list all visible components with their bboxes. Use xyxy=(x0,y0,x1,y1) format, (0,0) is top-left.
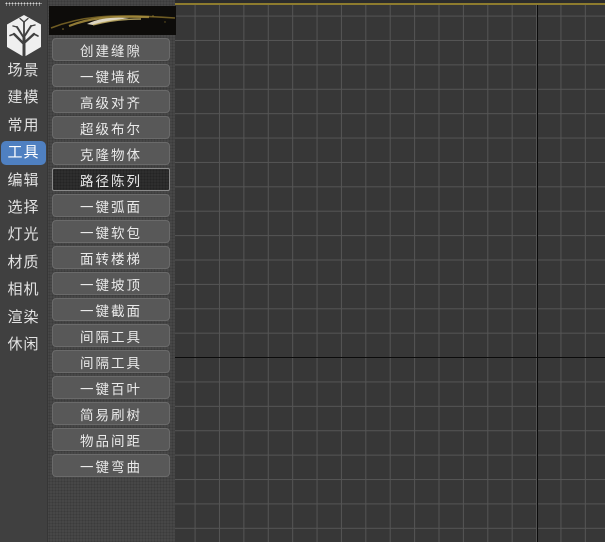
tool-button-create-gap[interactable]: 创建缝隙 xyxy=(52,38,170,61)
tool-button-spacing-tool-2[interactable]: 间隔工具 xyxy=(52,350,170,373)
tool-button-section-cut[interactable]: 一键截面 xyxy=(52,298,170,321)
viewport-grid[interactable] xyxy=(175,0,605,542)
sidebar-item-leisure[interactable]: 休闲 xyxy=(1,333,46,357)
app-window: 场景 建模 常用 工具 编辑 选择 灯光 材质 相机 渲染 休闲 创建缝隙 一键… xyxy=(0,0,605,542)
tool-button-roof-slope[interactable]: 一键坡顶 xyxy=(52,272,170,295)
sidebar-item-list: 场景 建模 常用 工具 编辑 选择 灯光 材质 相机 渲染 休闲 xyxy=(1,59,46,357)
tool-button-brush-trees[interactable]: 简易刷树 xyxy=(52,402,170,425)
banner-image xyxy=(49,6,176,35)
sidebar-item-select[interactable]: 选择 xyxy=(1,196,46,220)
tree-hexagon-logo-icon xyxy=(5,14,43,59)
tool-button-soft-pad[interactable]: 一键软包 xyxy=(52,220,170,243)
sidebar-item-scene[interactable]: 场景 xyxy=(1,59,46,83)
tool-button-super-boolean[interactable]: 超级布尔 xyxy=(52,116,170,139)
grid-axis-horizontal xyxy=(175,356,605,359)
sidebar-item-material[interactable]: 材质 xyxy=(1,251,46,275)
tool-button-wall-panel[interactable]: 一键墙板 xyxy=(52,64,170,87)
tool-button-clone-object[interactable]: 克隆物体 xyxy=(52,142,170,165)
tool-button-list: 创建缝隙 一键墙板 高级对齐 超级布尔 克隆物体 路径陈列 一键弧面 一键软包 … xyxy=(52,38,170,477)
panel-grip-handle[interactable] xyxy=(5,2,42,6)
sidebar-item-modeling[interactable]: 建模 xyxy=(1,86,46,110)
sidebar-item-render[interactable]: 渲染 xyxy=(1,306,46,330)
tool-button-advanced-align[interactable]: 高级对齐 xyxy=(52,90,170,113)
left-panel: 场景 建模 常用 工具 编辑 选择 灯光 材质 相机 渲染 休闲 创建缝隙 一键… xyxy=(0,0,176,542)
sidebar-item-edit[interactable]: 编辑 xyxy=(1,169,46,193)
tool-button-bend[interactable]: 一键弯曲 xyxy=(52,454,170,477)
tool-button-path-array[interactable]: 路径陈列 xyxy=(52,168,170,191)
tool-button-arc-surface[interactable]: 一键弧面 xyxy=(52,194,170,217)
plugin-toolbox-panel: 创建缝隙 一键墙板 高级对齐 超级布尔 克隆物体 路径陈列 一键弧面 一键软包 … xyxy=(47,0,176,542)
tool-button-louver[interactable]: 一键百叶 xyxy=(52,376,170,399)
sidebar-item-tools[interactable]: 工具 xyxy=(1,141,46,166)
tool-button-item-spacing[interactable]: 物品间距 xyxy=(52,428,170,451)
tool-button-spacing-tool-1[interactable]: 间隔工具 xyxy=(52,324,170,347)
tool-button-face-to-stairs[interactable]: 面转楼梯 xyxy=(52,246,170,269)
sidebar-item-common[interactable]: 常用 xyxy=(1,114,46,138)
sidebar-item-camera[interactable]: 相机 xyxy=(1,278,46,302)
sidebar-item-lights[interactable]: 灯光 xyxy=(1,223,46,247)
category-sidebar: 场景 建模 常用 工具 编辑 选择 灯光 材质 相机 渲染 休闲 xyxy=(0,0,47,542)
grid-axis-vertical xyxy=(536,5,539,542)
